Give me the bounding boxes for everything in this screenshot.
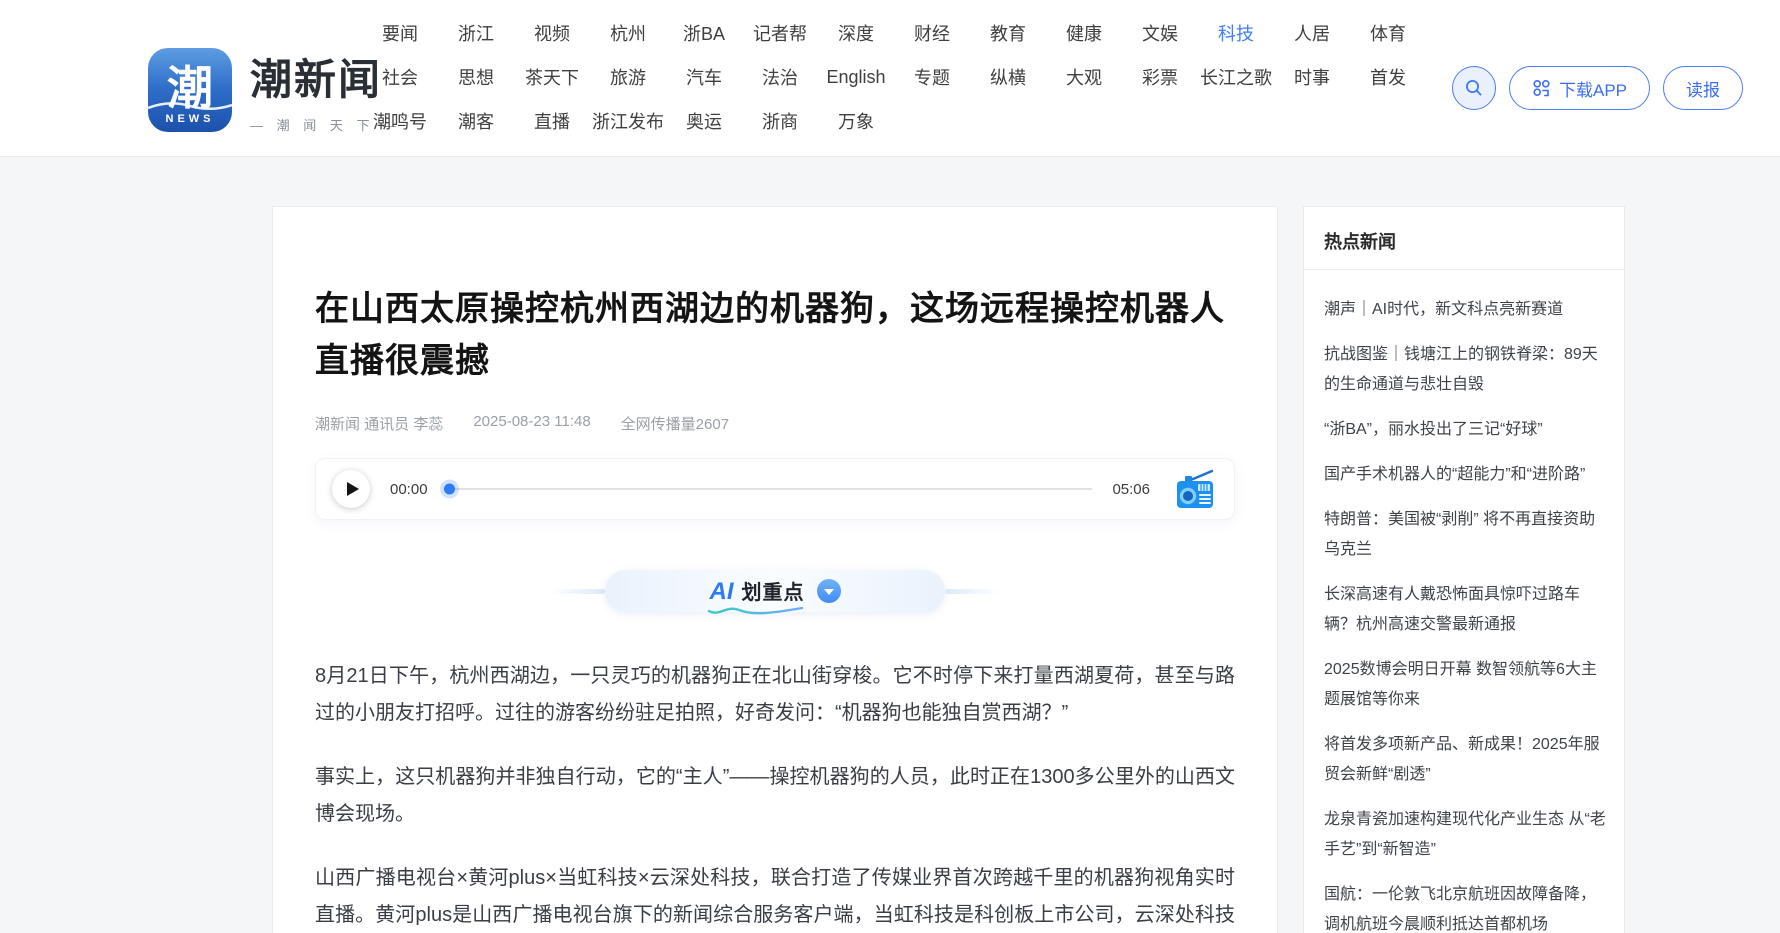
nav-item[interactable]: 潮鸣号	[362, 108, 438, 134]
hot-news-item[interactable]: “浙BA”，丽水投出了三记“好球”	[1324, 415, 1606, 445]
search-button[interactable]	[1452, 66, 1496, 110]
ai-highlight-label: 划重点	[742, 576, 805, 605]
ai-bar-right-line	[945, 589, 999, 594]
nav-item[interactable]: 潮客	[438, 108, 514, 134]
read-paper-button[interactable]: 读报	[1663, 66, 1743, 110]
read-paper-label: 读报	[1686, 76, 1720, 101]
nav-row-2: 社会思想茶天下旅游汽车法治English专题纵横大观彩票长江之歌时事首发	[362, 55, 1430, 99]
main-nav: 要闻浙江视频杭州浙BA记者帮深度财经教育健康文娱科技人居体育 社会思想茶天下旅游…	[362, 11, 1430, 143]
article-paragraph: 事实上，这只机器狗并非独自行动，它的“主人”——操控机器狗的人员，此时正在130…	[315, 759, 1235, 833]
nav-item[interactable]: 人居	[1274, 20, 1350, 46]
article-body: 8月21日下午，杭州西湖边，一只灵巧的机器狗正在北山街穿梭。它不时停下来打量西湖…	[315, 658, 1235, 933]
nav-item[interactable]: 首发	[1350, 64, 1426, 90]
brand-app-icon: 潮 NEWS	[148, 48, 232, 132]
hot-news-item[interactable]: 长深高速有人戴恐怖面具惊吓过路车辆？杭州高速交警最新通报	[1324, 580, 1606, 640]
hot-news-item[interactable]: 抗战图鉴｜钱塘江上的钢铁脊梁：89天的生命通道与悲壮自毁	[1324, 340, 1606, 400]
radio-icon	[1172, 468, 1218, 510]
nav-item[interactable]: 旅游	[590, 64, 666, 90]
nav-item[interactable]: 体育	[1350, 20, 1426, 46]
audio-duration: 05:06	[1112, 481, 1150, 498]
hot-news-item[interactable]: 特朗普：美国被“剥削” 将不再直接资助乌克兰	[1324, 505, 1606, 565]
nav-item[interactable]: 彩票	[1122, 64, 1198, 90]
hot-news-list: 潮声｜AI时代，新文科点亮新赛道抗战图鉴｜钱塘江上的钢铁脊梁：89天的生命通道与…	[1304, 270, 1624, 933]
nav-item[interactable]: 思想	[438, 64, 514, 90]
nav-row-1: 要闻浙江视频杭州浙BA记者帮深度财经教育健康文娱科技人居体育	[362, 11, 1430, 55]
nav-item[interactable]: 记者帮	[742, 20, 818, 46]
article-meta: 潮新闻 通讯员 李蕊 2025-08-23 11:48 全网传播量2607	[315, 413, 1235, 434]
nav-item[interactable]: 浙商	[742, 108, 818, 134]
nav-item[interactable]: 长江之歌	[1198, 64, 1274, 90]
nav-item[interactable]: 时事	[1274, 64, 1350, 90]
hot-news-item[interactable]: 国航：一伦敦飞北京航班因故障备降，调机航班今晨顺利抵达首都机场	[1324, 880, 1606, 933]
article-card: 在山西太原操控杭州西湖边的机器狗，这场远程操控机器人直播很震撼 潮新闻 通讯员 …	[272, 206, 1278, 933]
nav-item[interactable]: 专题	[894, 64, 970, 90]
ai-bar-left-line	[551, 589, 605, 594]
nav-item[interactable]: 浙江发布	[590, 108, 666, 134]
article-paragraph: 8月21日下午，杭州西湖边，一只灵巧的机器狗正在北山街穿梭。它不时停下来打量西湖…	[315, 658, 1235, 732]
ai-highlight-bar: AI 划重点	[315, 570, 1235, 612]
header-actions: 下载APP 读报	[1452, 66, 1743, 110]
play-icon	[347, 482, 359, 496]
hot-news-item[interactable]: 国产手术机器人的“超能力”和“进阶路”	[1324, 460, 1606, 490]
ai-title: AI 划重点	[710, 576, 805, 606]
audio-progress-track[interactable]	[448, 488, 1093, 490]
nav-item[interactable]: 万象	[818, 108, 894, 134]
nav-item[interactable]: 财经	[894, 20, 970, 46]
download-app-label: 下载APP	[1559, 76, 1627, 101]
hot-news-item[interactable]: 2025数博会明日开幕 数智领航等6大主题展馆等你来	[1324, 655, 1606, 715]
nav-item[interactable]: 奥运	[666, 108, 742, 134]
hot-news-title: 热点新闻	[1304, 207, 1624, 270]
wave-icon	[148, 98, 232, 112]
hot-news-item[interactable]: 龙泉青瓷加速构建现代化产业生态 从“老手艺”到“新智造”	[1324, 805, 1606, 865]
search-icon	[1463, 77, 1485, 99]
hot-news-item[interactable]: 潮声｜AI时代，新文科点亮新赛道	[1324, 295, 1606, 325]
nav-item[interactable]: 文娱	[1122, 20, 1198, 46]
nav-item[interactable]: 浙江	[438, 20, 514, 46]
audio-progress-handle[interactable]	[444, 484, 455, 495]
chevron-down-icon[interactable]	[817, 579, 841, 603]
audio-player: 00:00 05:06	[315, 458, 1235, 520]
nav-item[interactable]: 视频	[514, 20, 590, 46]
nav-item[interactable]: 科技	[1198, 20, 1274, 46]
nav-item[interactable]: 要闻	[362, 20, 438, 46]
nav-row-3: 潮鸣号潮客直播浙江发布奥运浙商万象	[362, 99, 1430, 143]
nav-item[interactable]: 浙BA	[666, 20, 742, 46]
hot-news-card: 热点新闻 潮声｜AI时代，新文科点亮新赛道抗战图鉴｜钱塘江上的钢铁脊梁：89天的…	[1303, 206, 1625, 933]
nav-item[interactable]: 社会	[362, 64, 438, 90]
nav-item[interactable]: 健康	[1046, 20, 1122, 46]
audio-current-time: 00:00	[390, 481, 428, 498]
nav-item[interactable]: 深度	[818, 20, 894, 46]
nav-item[interactable]: English	[818, 67, 894, 88]
ai-word: AI	[710, 578, 734, 606]
nav-item[interactable]: 杭州	[590, 20, 666, 46]
nav-item[interactable]: 教育	[970, 20, 1046, 46]
nav-item[interactable]: 茶天下	[514, 64, 590, 90]
brand-icon-subtext: NEWS	[148, 113, 232, 125]
article-paragraph: 山西广播电视台×黄河plus×当虹科技×云深处科技，联合打造了传媒业界首次跨越千…	[315, 860, 1235, 933]
page-content: 在山西太原操控杭州西湖边的机器狗，这场远程操控机器人直播很震撼 潮新闻 通讯员 …	[0, 157, 1780, 933]
nav-item[interactable]: 汽车	[666, 64, 742, 90]
article-source: 潮新闻 通讯员 李蕊	[315, 413, 443, 434]
nav-item[interactable]: 大观	[1046, 64, 1122, 90]
article-views: 全网传播量2607	[621, 413, 729, 434]
ai-highlight-pill[interactable]: AI 划重点	[605, 570, 945, 612]
download-app-button[interactable]: 下载APP	[1509, 66, 1650, 110]
qr-scan-icon	[1532, 79, 1551, 98]
nav-item[interactable]: 纵横	[970, 64, 1046, 90]
audio-play-button[interactable]	[332, 470, 370, 508]
nav-item[interactable]: 法治	[742, 64, 818, 90]
article-title: 在山西太原操控杭州西湖边的机器狗，这场远程操控机器人直播很震撼	[315, 283, 1235, 387]
nav-item[interactable]: 直播	[514, 108, 590, 134]
article-datetime: 2025-08-23 11:48	[473, 413, 590, 434]
site-header: 潮 NEWS 潮新闻 — 潮 闻 天 下 — 要闻浙江视频杭州浙BA记者帮深度财…	[0, 0, 1780, 157]
squiggle-underline-icon	[706, 604, 806, 616]
hot-news-item[interactable]: 将首发多项新产品、新成果！2025年服贸会新鲜“剧透”	[1324, 730, 1606, 790]
